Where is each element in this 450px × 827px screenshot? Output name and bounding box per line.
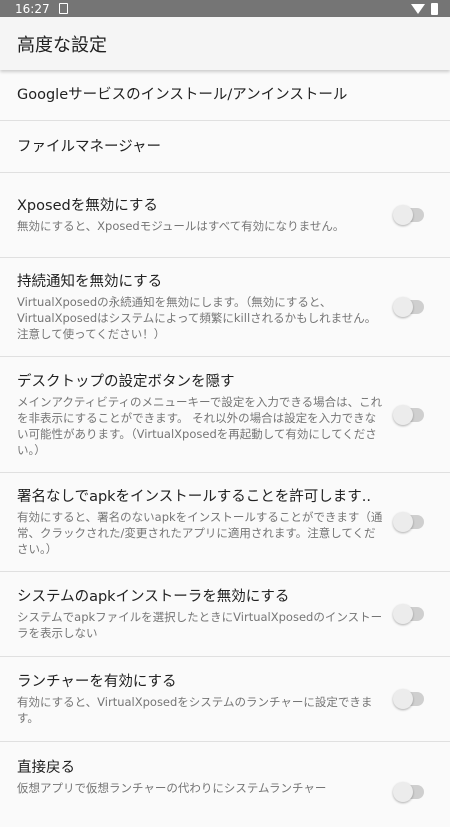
setting-summary: メインアクティビティのメニューキーで設定を入力できる場合は、これを非表示にするこ… <box>17 394 383 457</box>
status-bar: 16:27 <box>0 0 450 17</box>
settings-list: Googleサービスのインストール/アンインストール ファイルマネージャー Xp… <box>0 70 450 827</box>
status-time: 16:27 <box>15 1 50 16</box>
setting-title: Xposedを無効にする <box>17 198 158 214</box>
setting-title: 署名なしでapkをインストールすることを許可します.. <box>17 489 371 505</box>
page-title: 高度な設定 <box>17 34 107 56</box>
setting-google-services[interactable]: Googleサービスのインストール/アンインストール <box>0 70 450 121</box>
setting-title: ファイルマネージャー <box>17 138 161 155</box>
sim-card-icon <box>58 3 68 14</box>
setting-summary: システムでapkファイルを選択したときにVirtualXposedのインストーラ… <box>17 610 383 640</box>
setting-disable-persistent-notification[interactable]: 持続通知を無効にする VirtualXposedの永続通知を無効にします。（無効… <box>0 258 450 357</box>
setting-allow-unsigned-apk[interactable]: 署名なしでapkをインストールすることを許可します.. 有効にすると、署名のない… <box>0 473 450 572</box>
setting-summary: 有効にすると、署名のないapkをインストールすることができます（通常、クラックさ… <box>17 510 383 556</box>
setting-hide-desktop-settings-button[interactable]: デスクトップの設定ボタンを隠す メインアクティビティのメニューキーで設定を入力で… <box>0 357 450 473</box>
battery-icon <box>431 2 438 15</box>
toggle-thumb <box>393 404 413 425</box>
toggle-switch[interactable] <box>393 512 424 532</box>
setting-title: 持続通知を無効にする <box>17 274 163 290</box>
setting-direct-return[interactable]: 直接戻る 仮想アプリで仮想ランチャーの代わりにシステムランチャー <box>0 742 450 827</box>
setting-title: デスクトップの設定ボタンを隠す <box>17 373 235 390</box>
setting-title: ランチャーを有効にする <box>17 674 177 690</box>
app-bar: 高度な設定 <box>0 17 450 70</box>
setting-title: Googleサービスのインストール/アンインストール <box>17 87 348 103</box>
toggle-switch[interactable] <box>393 297 424 317</box>
toggle-thumb <box>393 205 413 225</box>
wifi-icon <box>411 3 425 14</box>
toggle-thumb <box>393 297 413 317</box>
setting-title: システムのapkインストーラを無効にする <box>17 589 290 605</box>
toggle-switch[interactable] <box>393 205 424 225</box>
setting-title: 直接戻る <box>17 760 75 776</box>
setting-file-manager[interactable]: ファイルマネージャー <box>0 121 450 173</box>
toggle-switch[interactable] <box>393 782 424 802</box>
setting-summary: 有効にすると、VirtualXposedをシステムのランチャーに設定できます。 <box>17 695 373 725</box>
toggle-thumb <box>393 689 413 709</box>
toggle-switch[interactable] <box>393 404 424 425</box>
setting-enable-launcher[interactable]: ランチャーを有効にする 有効にすると、VirtualXposedをシステムのラン… <box>0 657 450 742</box>
setting-disable-xposed[interactable]: Xposedを無効にする 無効にすると、Xposedモジュールはすべて有効になり… <box>0 173 450 258</box>
toggle-thumb <box>393 782 413 802</box>
toggle-switch[interactable] <box>393 689 424 709</box>
toggle-switch[interactable] <box>393 604 424 624</box>
setting-summary: VirtualXposedの永続通知を無効にします。（無効にすると、Virtua… <box>17 295 377 341</box>
setting-summary: 無効にすると、Xposedモジュールはすべて有効になりません。 <box>17 219 345 233</box>
toggle-thumb <box>393 512 413 532</box>
toggle-thumb <box>393 604 413 624</box>
setting-disable-system-installer[interactable]: システムのapkインストーラを無効にする システムでapkファイルを選択したとき… <box>0 572 450 657</box>
